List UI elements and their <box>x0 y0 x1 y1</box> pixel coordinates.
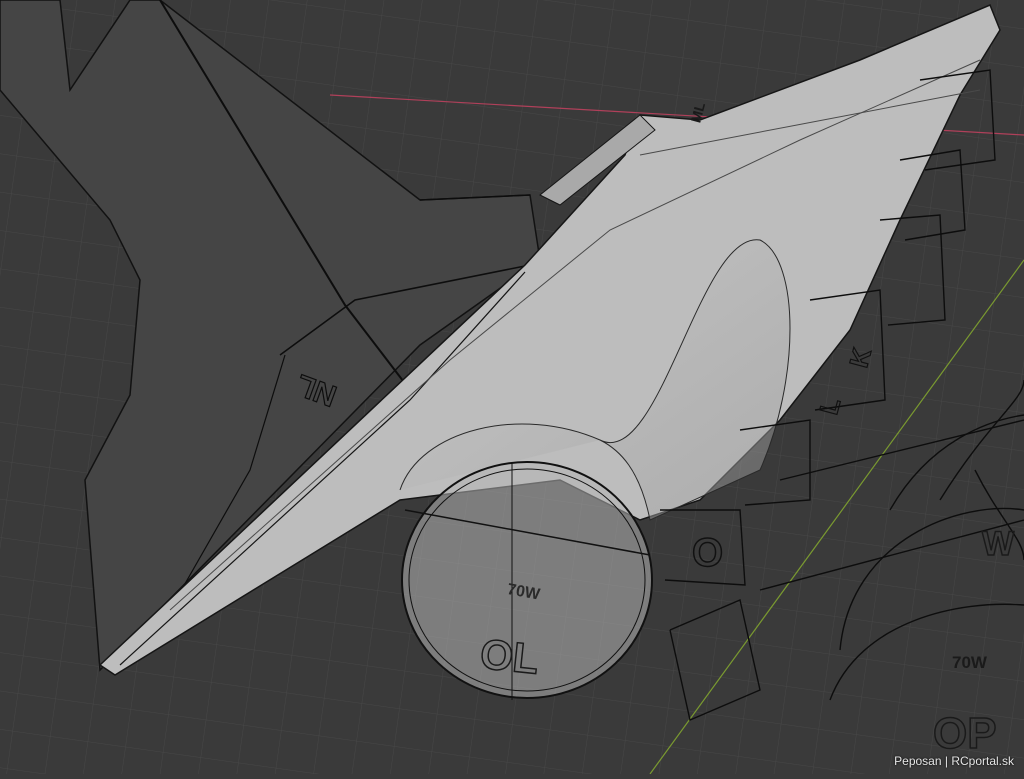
label-intake-duct: OL <box>478 630 541 683</box>
watermark: Peposan | RCportal.sk <box>894 754 1014 768</box>
label-right-w: W <box>982 525 1015 563</box>
3d-viewport[interactable]: NL 70W OL O 70W OP W K L ML <box>0 0 1024 775</box>
label-right-part: OP <box>933 709 997 758</box>
label-right-frame: 70W <box>952 653 988 672</box>
label-side-frame: O <box>692 531 723 575</box>
